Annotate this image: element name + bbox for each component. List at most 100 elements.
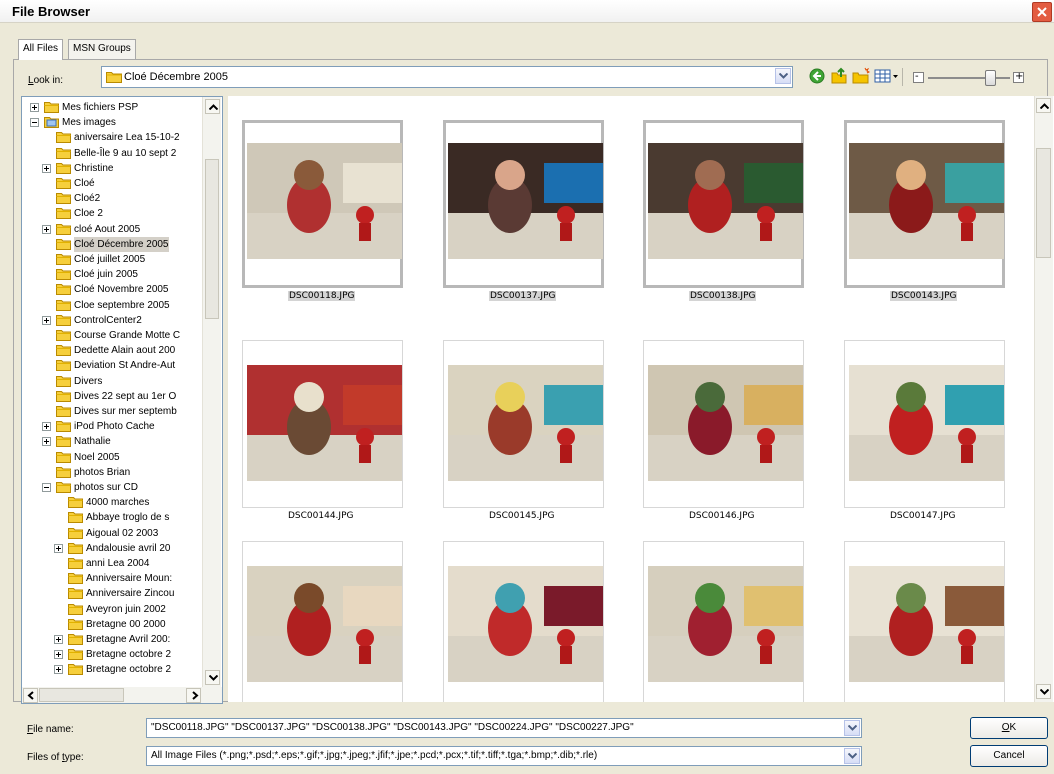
tree-scroll-left-button[interactable] bbox=[23, 688, 38, 703]
new-folder-button[interactable] bbox=[852, 67, 871, 85]
thumbnail-scrollbar[interactable] bbox=[1034, 96, 1053, 702]
tab-all-files[interactable]: All Files bbox=[18, 39, 64, 60]
expand-button[interactable] bbox=[30, 103, 39, 112]
tree-item[interactable]: Aveyron juin 2002 bbox=[22, 602, 202, 617]
tree-item[interactable]: Divers bbox=[22, 374, 202, 389]
zoom-out-button[interactable]: - bbox=[913, 71, 924, 83]
zoom-in-button[interactable]: + bbox=[1013, 71, 1024, 83]
tree-scroll-thumb[interactable] bbox=[205, 159, 219, 319]
tree-item[interactable]: Anniversaire Zincou bbox=[22, 586, 202, 601]
collapse-button[interactable] bbox=[30, 118, 39, 128]
expand-button[interactable] bbox=[54, 543, 63, 553]
thumbnail-item[interactable] bbox=[844, 340, 1005, 508]
thumbnail-item[interactable] bbox=[844, 120, 1005, 288]
tree-item[interactable]: photos Brian bbox=[22, 465, 202, 480]
tree-item[interactable]: Mes images bbox=[22, 115, 202, 130]
file-type-dropdown[interactable]: All Image Files (*.png;*.psd;*.eps;*.gif… bbox=[146, 746, 862, 766]
cancel-button[interactable]: Cancel bbox=[970, 745, 1048, 767]
tree-item[interactable]: Aigoual 02 2003 bbox=[22, 526, 202, 541]
expand-button[interactable] bbox=[42, 315, 51, 325]
tree-scroll-down-button[interactable] bbox=[205, 670, 220, 685]
tree-item[interactable]: Bretagne octobre 2 bbox=[22, 647, 202, 662]
ok-button[interactable]: OK bbox=[970, 717, 1048, 739]
tree-item[interactable]: Andalousie avril 20 bbox=[22, 541, 202, 556]
tree-item[interactable]: Dedette Alain aout 200 bbox=[22, 343, 202, 358]
expand-button[interactable] bbox=[42, 224, 51, 234]
thumbnail-item[interactable] bbox=[443, 541, 604, 702]
up-folder-button[interactable] bbox=[830, 67, 848, 85]
tree-item[interactable]: Bretagne 00 2000 bbox=[22, 617, 202, 632]
tree-item[interactable]: iPod Photo Cache bbox=[22, 419, 202, 434]
folder-tree[interactable]: Mes fichiers PSP Mes images aniversaire Le… bbox=[21, 96, 223, 704]
file-type-dropdown-arrow[interactable] bbox=[844, 748, 860, 764]
tree-item[interactable]: Cloé Novembre 2005 bbox=[22, 282, 202, 297]
file-name-dropdown-arrow[interactable] bbox=[844, 720, 860, 736]
view-menu-button[interactable] bbox=[874, 67, 900, 85]
tree-item[interactable]: Cloé Décembre 2005 bbox=[22, 236, 202, 252]
tree-item[interactable]: Deviation St Andre-Aut bbox=[22, 358, 202, 373]
tree-item[interactable]: Cloé2 bbox=[22, 191, 202, 206]
thumbnail-item[interactable] bbox=[242, 541, 403, 702]
tree-item[interactable]: Belle-Île 9 au 10 sept 2 bbox=[22, 146, 202, 161]
tree-horizontal-scrollbar[interactable] bbox=[22, 687, 222, 703]
back-button[interactable] bbox=[808, 67, 826, 85]
zoom-out-label: - bbox=[915, 71, 919, 82]
thumbnail-label: DSC00138.JPG bbox=[689, 291, 757, 301]
expand-button[interactable] bbox=[42, 437, 51, 447]
thumbnail-label: DSC00118.JPG bbox=[288, 291, 356, 301]
thumbnail-item[interactable] bbox=[643, 120, 804, 288]
tree-item[interactable]: anni Lea 2004 bbox=[22, 556, 202, 571]
tree-hscroll-thumb[interactable] bbox=[39, 688, 124, 702]
tree-vertical-scrollbar[interactable] bbox=[202, 97, 221, 687]
close-button[interactable] bbox=[1032, 2, 1052, 22]
tree-item[interactable]: Anniversaire Moun: bbox=[22, 571, 202, 586]
tree-item[interactable]: Cloé juin 2005 bbox=[22, 267, 202, 282]
tree-item[interactable]: 4000 marches bbox=[22, 495, 202, 510]
thumbnail-item[interactable] bbox=[443, 340, 604, 508]
tree-item[interactable]: aniversaire Lea 15-10-2 bbox=[22, 130, 202, 145]
thumbnail-grid[interactable]: DSC00118.JPG DSC00137.JPG DSC00138.JPG DSC0… bbox=[228, 96, 1054, 702]
expand-button[interactable] bbox=[54, 665, 63, 675]
expand-button[interactable] bbox=[42, 422, 51, 432]
look-in-dropdown-arrow[interactable] bbox=[775, 68, 791, 84]
zoom-slider-thumb[interactable] bbox=[985, 70, 996, 86]
tree-item[interactable]: Dives 22 sept au 1er O bbox=[22, 389, 202, 404]
thumbnail-item[interactable] bbox=[443, 120, 604, 288]
thumbnail-item[interactable] bbox=[643, 340, 804, 508]
tree-item[interactable]: Nathalie bbox=[22, 434, 202, 449]
thumb-scroll-thumb[interactable] bbox=[1036, 148, 1051, 258]
tree-item[interactable]: Cloé juillet 2005 bbox=[22, 252, 202, 267]
look-in-dropdown[interactable]: Cloé Décembre 2005 bbox=[101, 66, 793, 88]
tree-item[interactable]: ControlCenter2 bbox=[22, 313, 202, 328]
tree-scroll-up-button[interactable] bbox=[205, 99, 220, 114]
tree-item[interactable]: Bretagne octobre 2 bbox=[22, 662, 202, 677]
tree-item[interactable]: cloé Aout 2005 bbox=[22, 222, 202, 237]
expand-button[interactable] bbox=[54, 650, 63, 660]
tree-item[interactable]: photos sur CD bbox=[22, 480, 202, 495]
thumbnail-item[interactable] bbox=[242, 120, 403, 288]
expand-button[interactable] bbox=[54, 635, 63, 644]
file-name-field[interactable]: "DSC00118.JPG" "DSC00137.JPG" "DSC00138.… bbox=[146, 718, 862, 738]
tree-item[interactable]: Course Grande Motte C bbox=[22, 328, 202, 343]
tree-scroll-right-button[interactable] bbox=[186, 688, 201, 703]
thumbnail-item[interactable] bbox=[643, 541, 804, 702]
thumb-scroll-down-button[interactable] bbox=[1036, 684, 1051, 699]
tree-item[interactable]: Mes fichiers PSP bbox=[22, 100, 202, 115]
tab-msn-groups[interactable]: MSN Groups bbox=[68, 39, 136, 59]
tree-item[interactable]: Dives sur mer septemb bbox=[22, 404, 202, 419]
tree-item[interactable]: Cloé bbox=[22, 176, 202, 191]
folder-icon bbox=[68, 618, 83, 630]
zoom-slider-track[interactable] bbox=[928, 77, 1010, 79]
tree-item[interactable]: Cloe septembre 2005 bbox=[22, 298, 202, 313]
expand-button[interactable] bbox=[42, 163, 51, 173]
tree-item[interactable]: Noel 2005 bbox=[22, 450, 202, 465]
photo-thumbnail bbox=[247, 143, 402, 259]
thumbnail-item[interactable] bbox=[844, 541, 1005, 702]
thumb-scroll-up-button[interactable] bbox=[1036, 98, 1051, 113]
tree-item[interactable]: Cloe 2 bbox=[22, 206, 202, 221]
tree-item[interactable]: Abbaye troglo de s bbox=[22, 510, 202, 525]
thumbnail-item[interactable] bbox=[242, 340, 403, 508]
collapse-button[interactable] bbox=[42, 483, 51, 492]
tree-item[interactable]: Bretagne Avril 200: bbox=[22, 632, 202, 647]
tree-item[interactable]: Christine bbox=[22, 161, 202, 176]
